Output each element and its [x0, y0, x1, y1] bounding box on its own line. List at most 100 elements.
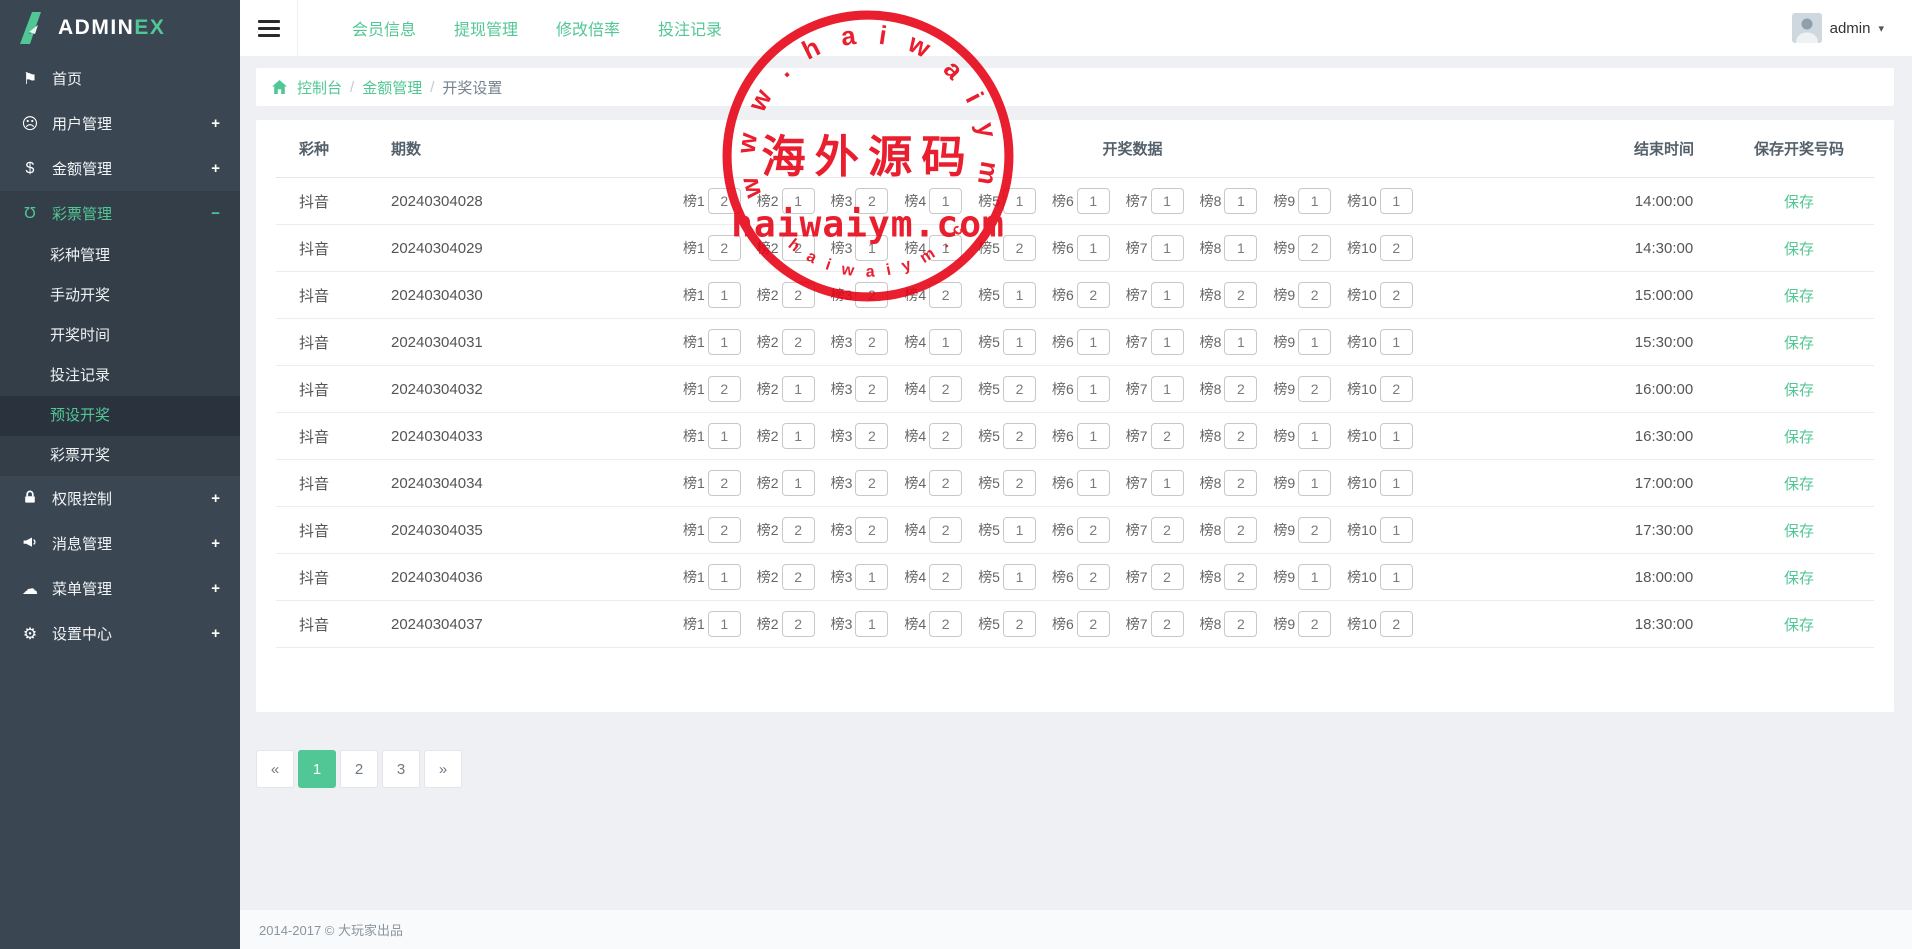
app-logo[interactable]: ADMINEX [0, 0, 240, 56]
rank-input-4[interactable] [929, 517, 962, 543]
rank-input-8[interactable] [1224, 564, 1257, 590]
rank-input-9[interactable] [1298, 564, 1331, 590]
rank-input-7[interactable] [1151, 329, 1184, 355]
rank-input-3[interactable] [855, 329, 888, 355]
topbar-link[interactable]: 会员信息 [352, 16, 416, 40]
topbar-link[interactable]: 投注记录 [658, 16, 722, 40]
rank-input-5[interactable] [1003, 329, 1036, 355]
rank-input-5[interactable] [1003, 611, 1036, 637]
rank-input-7[interactable] [1151, 470, 1184, 496]
rank-input-8[interactable] [1224, 423, 1257, 449]
rank-input-8[interactable] [1224, 470, 1257, 496]
rank-input-10[interactable] [1380, 329, 1413, 355]
sidebar-subitem[interactable]: 开奖时间 [0, 316, 240, 356]
sidebar-subitem[interactable]: 投注记录 [0, 356, 240, 396]
rank-input-6[interactable] [1077, 282, 1110, 308]
rank-input-6[interactable] [1077, 423, 1110, 449]
save-link[interactable]: 保存 [1784, 523, 1814, 540]
sidebar-subitem[interactable]: 手动开奖 [0, 276, 240, 316]
rank-input-9[interactable] [1298, 188, 1331, 214]
user-menu[interactable]: admin ▾ [1792, 13, 1884, 43]
rank-input-5[interactable] [1003, 235, 1036, 261]
menu-toggle-icon[interactable] [240, 0, 298, 56]
rank-input-1[interactable] [708, 376, 741, 402]
rank-input-10[interactable] [1380, 564, 1413, 590]
sidebar-item-users[interactable]: ☹用户管理+ [0, 101, 240, 146]
pagination-page-1[interactable]: 1 [298, 750, 336, 788]
rank-input-1[interactable] [708, 564, 741, 590]
rank-input-7[interactable] [1151, 282, 1184, 308]
rank-input-2[interactable] [782, 188, 815, 214]
rank-input-7[interactable] [1151, 611, 1184, 637]
sidebar-item-home[interactable]: ⚑首页 [0, 56, 240, 101]
rank-input-2[interactable] [782, 564, 815, 590]
rank-input-8[interactable] [1224, 235, 1257, 261]
rank-input-6[interactable] [1077, 188, 1110, 214]
sidebar-subitem[interactable]: 彩票开奖 [0, 436, 240, 476]
rank-input-5[interactable] [1003, 564, 1036, 590]
rank-input-9[interactable] [1298, 423, 1331, 449]
pagination-page-3[interactable]: 3 [382, 750, 420, 788]
save-link[interactable]: 保存 [1784, 570, 1814, 587]
rank-input-7[interactable] [1151, 235, 1184, 261]
sidebar-item-permissions[interactable]: 权限控制+ [0, 476, 240, 521]
rank-input-10[interactable] [1380, 188, 1413, 214]
rank-input-8[interactable] [1224, 188, 1257, 214]
rank-input-5[interactable] [1003, 517, 1036, 543]
sidebar-item-messages[interactable]: 消息管理+ [0, 521, 240, 566]
rank-input-3[interactable] [855, 188, 888, 214]
rank-input-9[interactable] [1298, 235, 1331, 261]
rank-input-8[interactable] [1224, 376, 1257, 402]
rank-input-2[interactable] [782, 517, 815, 543]
rank-input-1[interactable] [708, 611, 741, 637]
rank-input-1[interactable] [708, 423, 741, 449]
rank-input-3[interactable] [855, 235, 888, 261]
rank-input-5[interactable] [1003, 376, 1036, 402]
rank-input-2[interactable] [782, 423, 815, 449]
sidebar-subitem[interactable]: 预设开奖 [0, 396, 240, 436]
rank-input-7[interactable] [1151, 517, 1184, 543]
rank-input-5[interactable] [1003, 470, 1036, 496]
rank-input-10[interactable] [1380, 470, 1413, 496]
rank-input-7[interactable] [1151, 423, 1184, 449]
rank-input-6[interactable] [1077, 611, 1110, 637]
sidebar-item-amount[interactable]: $金额管理+ [0, 146, 240, 191]
rank-input-7[interactable] [1151, 188, 1184, 214]
rank-input-4[interactable] [929, 611, 962, 637]
rank-input-10[interactable] [1380, 376, 1413, 402]
rank-input-2[interactable] [782, 611, 815, 637]
rank-input-9[interactable] [1298, 329, 1331, 355]
rank-input-6[interactable] [1077, 235, 1110, 261]
rank-input-6[interactable] [1077, 376, 1110, 402]
rank-input-8[interactable] [1224, 517, 1257, 543]
save-link[interactable]: 保存 [1784, 382, 1814, 399]
rank-input-9[interactable] [1298, 282, 1331, 308]
rank-input-10[interactable] [1380, 423, 1413, 449]
rank-input-4[interactable] [929, 235, 962, 261]
rank-input-4[interactable] [929, 564, 962, 590]
save-link[interactable]: 保存 [1784, 288, 1814, 305]
sidebar-subitem[interactable]: 彩种管理 [0, 236, 240, 276]
sidebar-item-settings[interactable]: ⚙设置中心+ [0, 611, 240, 656]
rank-input-4[interactable] [929, 423, 962, 449]
rank-input-4[interactable] [929, 282, 962, 308]
rank-input-7[interactable] [1151, 376, 1184, 402]
rank-input-3[interactable] [855, 611, 888, 637]
breadcrumb-link[interactable]: 金额管理 [362, 77, 422, 98]
rank-input-1[interactable] [708, 329, 741, 355]
rank-input-3[interactable] [855, 423, 888, 449]
rank-input-5[interactable] [1003, 282, 1036, 308]
rank-input-9[interactable] [1298, 611, 1331, 637]
rank-input-5[interactable] [1003, 423, 1036, 449]
save-link[interactable]: 保存 [1784, 194, 1814, 211]
save-link[interactable]: 保存 [1784, 241, 1814, 258]
rank-input-3[interactable] [855, 517, 888, 543]
pagination-page-2[interactable]: 2 [340, 750, 378, 788]
rank-input-2[interactable] [782, 282, 815, 308]
rank-input-10[interactable] [1380, 282, 1413, 308]
rank-input-8[interactable] [1224, 282, 1257, 308]
breadcrumb-link[interactable]: 控制台 [297, 77, 342, 98]
rank-input-2[interactable] [782, 376, 815, 402]
rank-input-6[interactable] [1077, 329, 1110, 355]
rank-input-4[interactable] [929, 470, 962, 496]
